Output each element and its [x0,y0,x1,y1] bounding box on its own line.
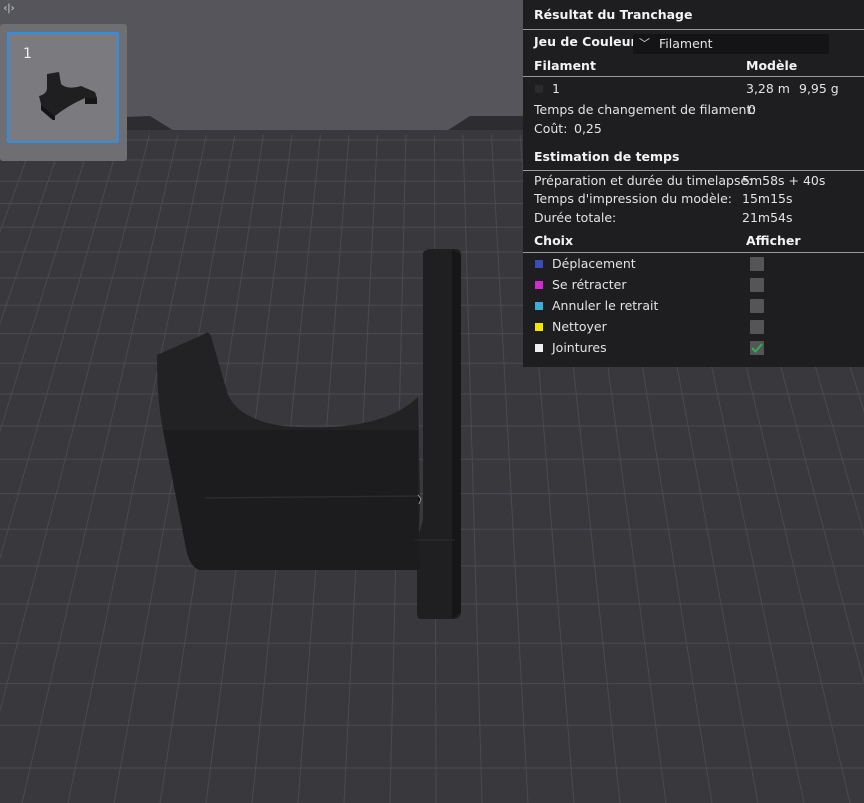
legend-color-swatch [535,260,543,268]
legend-label: Déplacement [552,256,636,271]
legend-label: Jointures [552,340,607,355]
panel-title: Résultat du Tranchage [534,7,693,22]
prep-time-row: Préparation et durée du timelapse: 5m58s… [523,171,864,191]
filament-change-label: Temps de changement de filament: [534,102,756,117]
divider [523,252,864,253]
legend-label: Annuler le retrait [552,298,659,313]
filament-length: 3,28 m [746,81,790,96]
choice-column-header: Choix [534,233,574,248]
model-column-header: Modèle [746,58,798,73]
show-checkbox-seams[interactable] [750,341,764,355]
legend-header: Choix Afficher [523,231,864,251]
filament-color-swatch [535,85,543,93]
plate-thumbnail[interactable]: 1 [7,32,119,143]
cost-row: Coût: 0,25 [523,119,864,139]
total-time-row: Durée totale: 21m54s [523,208,864,228]
legend-row-unretract: Annuler le retrait [523,296,864,316]
prep-time-label: Préparation et durée du timelapse: [534,173,753,188]
legend-label: Se rétracter [552,277,627,292]
color-scheme-value: Filament [659,36,713,51]
legend-row-seams: Jointures [523,338,864,358]
divider [523,29,864,30]
checkmark-icon [751,343,763,353]
legend-color-swatch [535,323,543,331]
model-thumbnail-icon [39,72,97,120]
filament-column-header: Filament [534,58,596,73]
time-estimate-header: Estimation de temps [534,149,680,164]
show-checkbox-retract[interactable] [750,278,764,292]
legend-row-retract: Se rétracter [523,275,864,295]
chevron-down-icon: ﹀ [639,37,650,50]
slice-result-panel: Résultat du Tranchage Jeu de Couleur ﹀ F… [523,0,864,367]
cost-label: Coût: [534,121,568,136]
filament-change-row: Temps de changement de filament: 0 [523,100,864,120]
show-checkbox-travel[interactable] [750,257,764,271]
show-column-header: Afficher [746,233,801,248]
legend-color-swatch [535,344,543,352]
total-time-value: 21m54s [742,210,793,225]
legend-row-travel: Déplacement [523,254,864,274]
filament-row: 1 3,28 m 9,95 g [523,79,864,99]
prep-time-value: 5m58s + 40s [742,173,826,188]
legend-color-swatch [535,302,543,310]
cost-value: 0,25 [574,121,602,136]
print-time-value: 15m15s [742,191,793,206]
print-time-row: Temps d'impression du modèle: 15m15s [523,189,864,209]
plate-thumbnail-panel: 1 [0,24,127,161]
filament-index: 1 [552,81,560,96]
filament-change-value: 0 [748,102,756,117]
legend-label: Nettoyer [552,319,607,334]
divider [523,76,864,77]
show-checkbox-wipe[interactable] [750,320,764,334]
total-time-label: Durée totale: [534,210,617,225]
filament-weight: 9,95 g [799,81,839,96]
panel-toggle-button[interactable]: ‹|› [0,0,18,17]
legend-row-wipe: Nettoyer [523,317,864,337]
legend-color-swatch [535,281,543,289]
filament-table-header: Filament Modèle [523,56,864,76]
show-checkbox-unretract[interactable] [750,299,764,313]
print-time-label: Temps d'impression du modèle: [534,191,733,206]
color-scheme-label: Jeu de Couleur [534,34,637,49]
color-scheme-dropdown[interactable]: ﹀ Filament [633,34,829,54]
plate-index: 1 [23,46,32,62]
